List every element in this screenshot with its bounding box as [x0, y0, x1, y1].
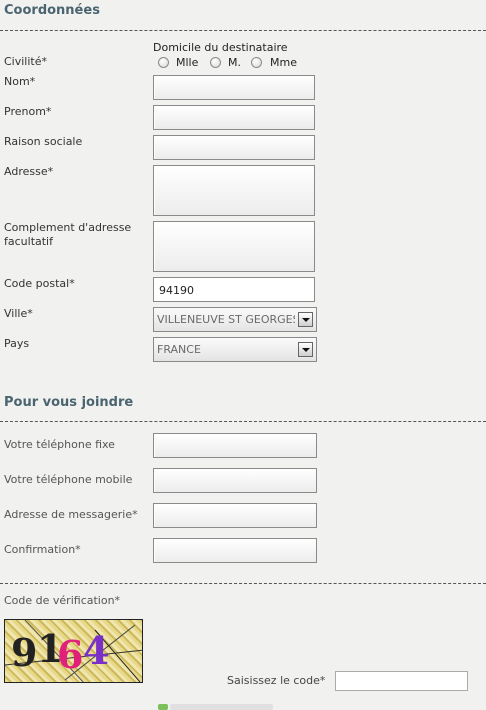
verification-label: Code de vérification* [4, 594, 121, 607]
section-title-coordonnees: Coordonnées [4, 3, 100, 18]
tel-mobile-input[interactable] [153, 468, 317, 493]
email-label: Adresse de messagerie* [4, 508, 138, 521]
radio-m[interactable] [210, 57, 221, 68]
radio-m-label: M. [228, 56, 241, 69]
pays-label: Pays [4, 337, 30, 350]
captcha-char: 4 [83, 628, 110, 673]
submit-button[interactable] [170, 704, 273, 710]
section-title-joindre: Pour vous joindre [4, 395, 134, 410]
ville-label: Ville* [4, 307, 33, 320]
section-divider [0, 421, 486, 422]
confirmation-label: Confirmation* [4, 543, 81, 556]
code-postal-input[interactable]: 94190 [153, 277, 315, 302]
tel-fixe-label: Votre téléphone fixe [4, 438, 115, 451]
ville-selected-value: VILLENEUVE ST GEORGES [157, 313, 295, 326]
code-postal-label: Code postal* [4, 277, 75, 290]
email-input[interactable] [153, 503, 317, 528]
prenom-label: Prenom* [4, 105, 52, 118]
captcha-char: 9 [11, 630, 38, 675]
captcha-code-input[interactable] [335, 671, 468, 691]
pays-select[interactable]: FRANCE [153, 337, 317, 362]
complement-textarea[interactable] [153, 221, 315, 272]
chevron-down-icon[interactable] [298, 312, 313, 327]
civilite-label: Civilité* [4, 55, 47, 68]
pays-selected-value: FRANCE [157, 343, 201, 356]
chevron-down-icon[interactable] [298, 342, 313, 357]
complement-label-line1: Complement d'adresse [4, 221, 132, 234]
adresse-textarea[interactable] [153, 165, 315, 216]
raison-sociale-label: Raison sociale [4, 135, 83, 148]
captcha-image: 9 1 6 4 [4, 619, 143, 683]
raison-sociale-input[interactable] [153, 135, 315, 160]
radio-mlle-label: Mlle [176, 56, 199, 69]
nom-input[interactable] [153, 75, 315, 100]
submit-indicator [158, 704, 168, 710]
ville-select[interactable]: VILLENEUVE ST GEORGES [153, 307, 317, 332]
complement-label: Complement d'adresse facultatif [4, 221, 131, 249]
radio-mlle[interactable] [158, 57, 169, 68]
captcha-char: 6 [57, 632, 84, 677]
confirmation-input[interactable] [153, 538, 317, 563]
code-prompt-label: Saisissez le code* [227, 674, 326, 687]
tel-mobile-label: Votre téléphone mobile [4, 473, 133, 486]
nom-label: Nom* [4, 75, 36, 88]
section-divider [0, 30, 486, 31]
complement-label-line2: facultatif [4, 235, 53, 248]
radio-mme-label: Mme [270, 56, 297, 69]
adresse-label: Adresse* [4, 165, 54, 178]
section-divider [0, 583, 486, 584]
tel-fixe-input[interactable] [153, 433, 317, 458]
prenom-input[interactable] [153, 105, 315, 130]
civilite-group-label: Domicile du destinataire [153, 41, 288, 54]
radio-mme[interactable] [251, 57, 262, 68]
